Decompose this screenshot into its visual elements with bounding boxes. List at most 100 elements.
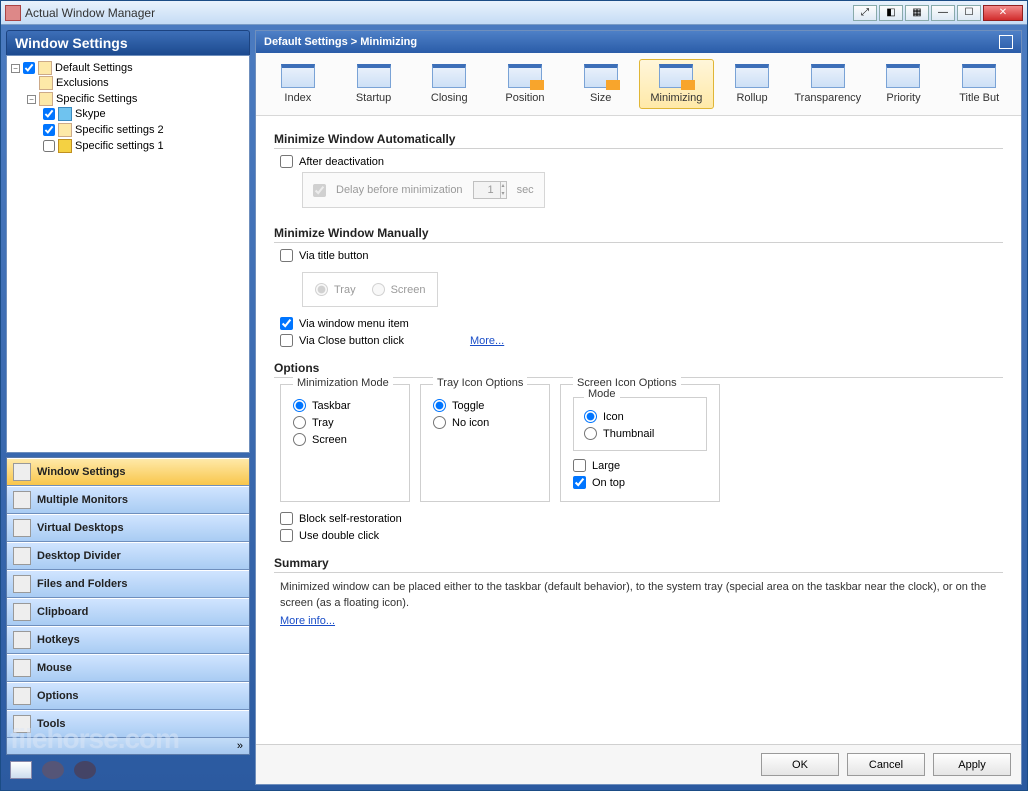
radio-thumbnail[interactable] <box>584 427 597 440</box>
nav-label: Virtual Desktops <box>37 522 124 534</box>
tab-minimizing[interactable]: Minimizing <box>639 59 715 109</box>
titlebar-extra-button-3[interactable]: ▦ <box>905 5 929 21</box>
monitors-icon <box>13 491 31 509</box>
tree-item-default[interactable]: Default Settings <box>55 62 133 74</box>
nav-expand-button[interactable]: » <box>7 738 249 754</box>
tree-check-spec2[interactable] <box>43 124 55 136</box>
radio-mm-screen[interactable] <box>293 433 306 446</box>
check-via-close[interactable] <box>280 334 293 347</box>
title-buttons-icon <box>962 64 996 88</box>
main-panel: Default Settings > Minimizing Index Star… <box>255 30 1022 785</box>
spinner-delay[interactable]: 1 <box>473 181 507 199</box>
help-icon[interactable] <box>10 761 32 779</box>
tree-check-default[interactable] <box>23 62 35 74</box>
nav-label: Clipboard <box>37 606 88 618</box>
tree-item-skype[interactable]: Skype <box>75 108 106 120</box>
tab-rollup[interactable]: Rollup <box>714 59 790 109</box>
size-icon <box>584 64 618 88</box>
label-via-title: Via title button <box>299 250 369 262</box>
settings-tree[interactable]: − Default Settings Exclusions <box>6 55 250 453</box>
titlebar-extra-button-2[interactable]: ◧ <box>879 5 903 21</box>
nav-clipboard[interactable]: Clipboard <box>7 598 249 626</box>
label-after-deactivation: After deactivation <box>299 156 384 168</box>
tree-item-spec2[interactable]: Specific settings 2 <box>75 124 164 136</box>
apply-button[interactable]: Apply <box>933 753 1011 776</box>
tree-item-specific[interactable]: Specific Settings <box>56 93 137 105</box>
tab-index[interactable]: Index <box>260 59 336 109</box>
options-icon <box>13 687 31 705</box>
chrome-icon <box>58 139 72 153</box>
radio-toggle[interactable] <box>433 399 446 412</box>
check-after-deactivation[interactable] <box>280 155 293 168</box>
nav-mouse[interactable]: Mouse <box>7 654 249 682</box>
fieldset-screen-mode: Mode Icon Thumbnail <box>573 397 707 451</box>
radio-mm-tray[interactable] <box>293 416 306 429</box>
radio-tray <box>315 283 328 296</box>
feedback-icon[interactable] <box>74 761 96 779</box>
tab-label: Index <box>284 92 311 104</box>
label-delay: Delay before minimization <box>336 184 463 196</box>
content-area: Minimize Window Automatically After deac… <box>256 116 1021 744</box>
tree-check-spec1[interactable] <box>43 140 55 152</box>
cancel-button[interactable]: Cancel <box>847 753 925 776</box>
nav-virtual-desktops[interactable]: Virtual Desktops <box>7 514 249 542</box>
tab-label: Rollup <box>736 92 767 104</box>
check-via-title[interactable] <box>280 249 293 262</box>
nav-desktop-divider[interactable]: Desktop Divider <box>7 542 249 570</box>
sidebar-header: Window Settings <box>6 30 250 55</box>
nav-options[interactable]: Options <box>7 682 249 710</box>
tree-item-exclusions[interactable]: Exclusions <box>56 77 109 89</box>
label-noicon: No icon <box>452 417 489 429</box>
tab-size[interactable]: Size <box>563 59 639 109</box>
tab-label: Transparency <box>794 92 861 104</box>
minimize-button[interactable]: — <box>931 5 955 21</box>
delay-group: Delay before minimization 1 sec <box>302 172 545 208</box>
skype-icon <box>58 107 72 121</box>
window-settings-icon <box>13 463 31 481</box>
clipboard-icon <box>13 603 31 621</box>
fieldset-tray-opts: Tray Icon Options Toggle No icon <box>420 384 550 502</box>
tree-collapse-icon[interactable]: − <box>11 64 20 73</box>
label-thumbnail: Thumbnail <box>603 428 654 440</box>
dialog-footer: OK Cancel Apply <box>256 744 1021 784</box>
tab-label: Minimizing <box>650 92 702 104</box>
tab-position[interactable]: Position <box>487 59 563 109</box>
folders-icon <box>13 575 31 593</box>
web-icon[interactable] <box>42 761 64 779</box>
link-more-info[interactable]: More info... <box>280 615 335 627</box>
ok-button[interactable]: OK <box>761 753 839 776</box>
panel-menu-icon[interactable] <box>999 35 1013 49</box>
folder-icon <box>39 92 53 106</box>
summary-text: Minimized window can be placed either to… <box>280 579 1003 611</box>
check-block-self[interactable] <box>280 512 293 525</box>
tab-priority[interactable]: Priority <box>866 59 942 109</box>
titlebar-extra-button-1[interactable]: ⤢ <box>853 5 877 21</box>
radio-noicon[interactable] <box>433 416 446 429</box>
maximize-button[interactable]: ☐ <box>957 5 981 21</box>
nav-tools[interactable]: Tools <box>7 710 249 738</box>
radio-icon[interactable] <box>584 410 597 423</box>
check-large[interactable] <box>573 459 586 472</box>
tree-item-spec1[interactable]: Specific settings 1 <box>75 140 164 152</box>
check-double-click[interactable] <box>280 529 293 542</box>
tab-closing[interactable]: Closing <box>411 59 487 109</box>
app-window: Actual Window Manager ⤢ ◧ ▦ — ☐ ✕ Window… <box>0 0 1028 791</box>
tab-startup[interactable]: Startup <box>336 59 412 109</box>
check-ontop[interactable] <box>573 476 586 489</box>
tree-check-skype[interactable] <box>43 108 55 120</box>
close-button[interactable]: ✕ <box>983 5 1023 21</box>
mouse-icon <box>13 659 31 677</box>
nav-multiple-monitors[interactable]: Multiple Monitors <box>7 486 249 514</box>
label-mm-screen: Screen <box>312 434 347 446</box>
tab-title-buttons[interactable]: Title But <box>941 59 1017 109</box>
nav-files-folders[interactable]: Files and Folders <box>7 570 249 598</box>
tree-collapse-icon[interactable]: − <box>27 95 36 104</box>
check-via-menu[interactable] <box>280 317 293 330</box>
fieldset-screen-opts: Screen Icon Options Mode Icon Thumbnail … <box>560 384 720 502</box>
link-more-manual[interactable]: More... <box>470 335 504 347</box>
radio-taskbar[interactable] <box>293 399 306 412</box>
title-button-target: Tray Screen <box>302 272 438 307</box>
nav-hotkeys[interactable]: Hotkeys <box>7 626 249 654</box>
nav-window-settings[interactable]: Window Settings <box>7 458 249 486</box>
tab-transparency[interactable]: Transparency <box>790 59 866 109</box>
